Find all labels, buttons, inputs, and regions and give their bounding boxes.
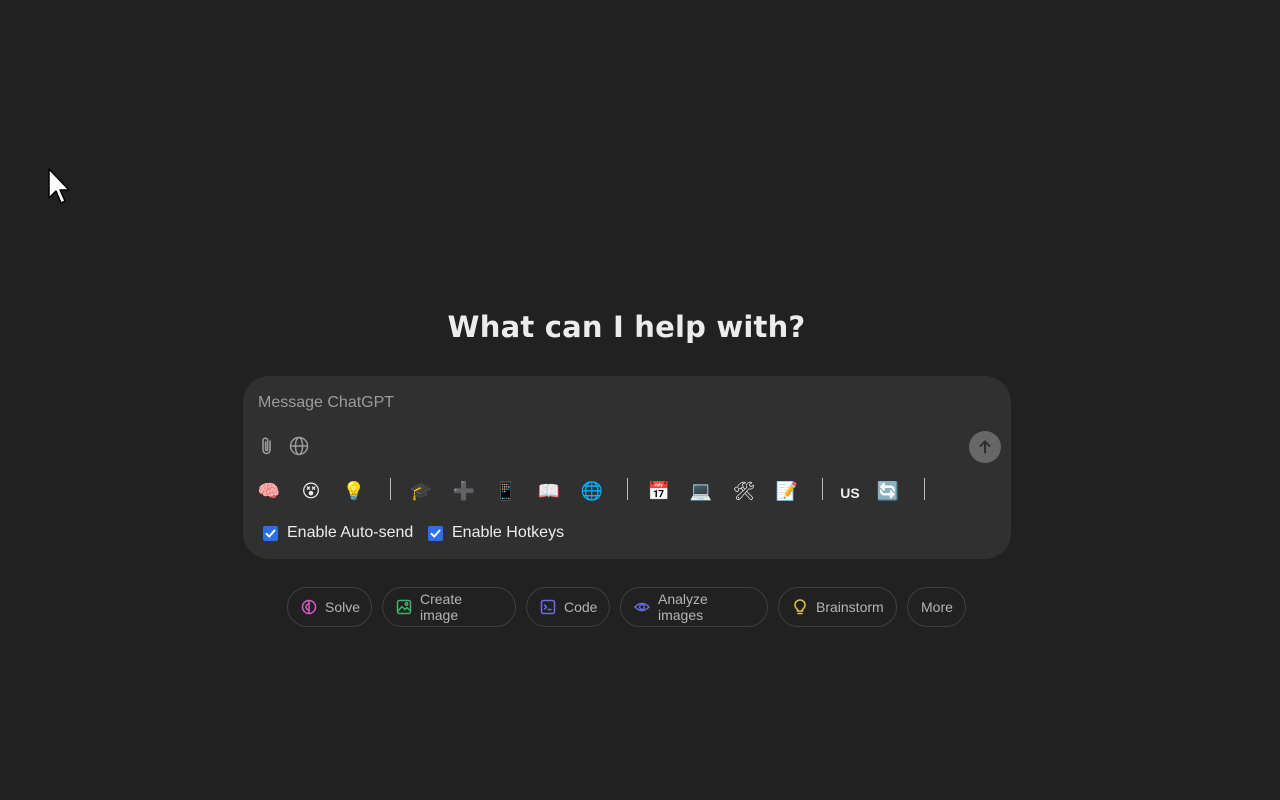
analyze-images-button[interactable]: Analyze images — [620, 587, 768, 627]
page-headline: What can I help with? — [447, 310, 806, 344]
code-icon — [540, 599, 556, 615]
solve-label: Solve — [325, 599, 361, 615]
hotkeys-label: Enable Hotkeys — [452, 524, 565, 541]
calendar-emoji-button[interactable]: 📅 — [646, 478, 672, 504]
tools-emoji-button[interactable]: 🛠 — [731, 478, 757, 504]
composer-options: Enable Auto-send Enable Hotkeys — [243, 524, 1011, 546]
globe-icon[interactable] — [288, 435, 310, 457]
auto-send-checkbox[interactable] — [263, 525, 278, 541]
toolbar-divider — [924, 478, 925, 500]
refresh-emoji-button[interactable]: 🔄 — [875, 478, 901, 504]
send-button[interactable] — [969, 431, 1001, 463]
toolbar-divider — [627, 478, 628, 500]
paperclip-icon[interactable] — [256, 435, 278, 457]
language-button[interactable]: US — [837, 480, 863, 506]
more-label: More — [921, 599, 953, 615]
phone-emoji-button[interactable]: 📱 — [493, 478, 519, 504]
lightbulb-icon — [792, 599, 808, 615]
brain-emoji-button[interactable]: 🧠 — [256, 478, 282, 504]
laptop-emoji-button[interactable]: 💻 — [688, 478, 714, 504]
solve-icon — [301, 599, 317, 615]
globe-emoji-button[interactable]: 🌐 — [579, 478, 605, 504]
hotkeys-checkbox[interactable] — [428, 525, 443, 541]
brainstorm-label: Brainstorm — [816, 599, 884, 615]
auto-send-label: Enable Auto-send — [287, 524, 414, 541]
solve-button[interactable]: Solve — [287, 587, 372, 627]
face-emoji-button[interactable]: 😵 — [298, 478, 324, 504]
brainstorm-button[interactable]: Brainstorm — [778, 587, 897, 627]
message-input[interactable] — [258, 392, 858, 414]
toolbar-divider — [822, 478, 823, 500]
eye-icon — [634, 599, 650, 615]
hotkeys-toggle[interactable]: Enable Hotkeys — [428, 524, 564, 542]
create-image-label: Create image — [420, 591, 463, 623]
auto-send-toggle[interactable]: Enable Auto-send — [263, 524, 413, 542]
create-image-button[interactable]: Create image — [382, 587, 516, 627]
quick-prompt-bar: 🧠 😵 💡 🎓 ➕ 📱 📖 🌐 📅 💻 🛠 📝 US 🔄 — [243, 476, 1011, 504]
lightbulb-emoji-button[interactable]: 💡 — [341, 478, 367, 504]
arrow-up-icon — [979, 440, 991, 454]
analyze-images-label: Analyze images — [658, 591, 708, 623]
code-label: Code — [564, 599, 598, 615]
more-button[interactable]: More — [907, 587, 966, 627]
message-composer: 🧠 😵 💡 🎓 ➕ 📱 📖 🌐 📅 💻 🛠 📝 US 🔄 Enable Auto… — [243, 376, 1011, 559]
graduation-cap-emoji-button[interactable]: 🎓 — [408, 478, 434, 504]
book-emoji-button[interactable]: 📖 — [536, 478, 562, 504]
code-button[interactable]: Code — [526, 587, 610, 627]
memo-emoji-button[interactable]: 📝 — [774, 478, 800, 504]
mouse-cursor-icon — [48, 168, 70, 204]
toolbar-divider — [390, 478, 391, 500]
image-icon — [396, 599, 412, 615]
checkmark-icon — [265, 529, 276, 537]
plus-emoji-button[interactable]: ➕ — [451, 478, 477, 504]
checkmark-icon — [430, 529, 441, 537]
